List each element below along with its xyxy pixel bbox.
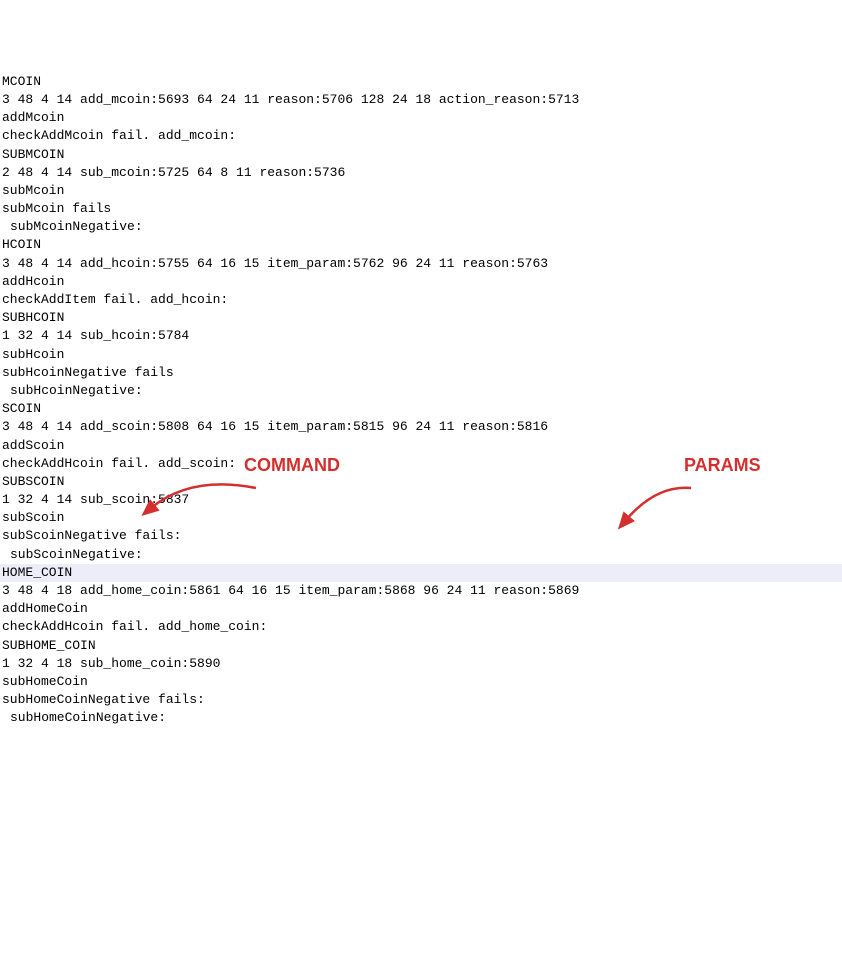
log-line: subHomeCoinNegative fails:	[0, 691, 842, 709]
log-line: addScoin	[0, 437, 842, 455]
log-line: checkAddHcoin fail. add_scoin:	[0, 455, 842, 473]
log-line: addHomeCoin	[0, 600, 842, 618]
log-line: addHcoin	[0, 273, 842, 291]
log-line: subScoinNegative:	[0, 546, 842, 564]
log-line: subHcoinNegative fails	[0, 364, 842, 382]
log-line: subHcoinNegative:	[0, 382, 842, 400]
log-line: subHomeCoin	[0, 673, 842, 691]
log-line: HOME_COIN	[0, 564, 842, 582]
log-line: SUBHCOIN	[0, 309, 842, 327]
log-line: 1 32 4 14 sub_hcoin:5784	[0, 327, 842, 345]
log-line: subMcoin fails	[0, 200, 842, 218]
log-line: checkAddMcoin fail. add_mcoin:	[0, 127, 842, 145]
log-line: HCOIN	[0, 236, 842, 254]
log-line: subScoinNegative fails:	[0, 527, 842, 545]
log-line: MCOIN	[0, 73, 842, 91]
log-line: 3 48 4 18 add_home_coin:5861 64 16 15 it…	[0, 582, 842, 600]
log-line: 1 32 4 18 sub_home_coin:5890	[0, 655, 842, 673]
log-line: SCOIN	[0, 400, 842, 418]
log-line: subHomeCoinNegative:	[0, 709, 842, 727]
log-line: 3 48 4 14 add_mcoin:5693 64 24 11 reason…	[0, 91, 842, 109]
log-line: 1 32 4 14 sub_scoin:5837	[0, 491, 842, 509]
log-line: addMcoin	[0, 109, 842, 127]
log-line: checkAddItem fail. add_hcoin:	[0, 291, 842, 309]
log-line: SUBSCOIN	[0, 473, 842, 491]
log-line: subMcoinNegative:	[0, 218, 842, 236]
log-output: MCOIN3 48 4 14 add_mcoin:5693 64 24 11 r…	[0, 73, 842, 728]
log-line: subMcoin	[0, 182, 842, 200]
log-line: subScoin	[0, 509, 842, 527]
log-line: 3 48 4 14 add_hcoin:5755 64 16 15 item_p…	[0, 255, 842, 273]
log-line: 2 48 4 14 sub_mcoin:5725 64 8 11 reason:…	[0, 164, 842, 182]
log-line: checkAddHcoin fail. add_home_coin:	[0, 618, 842, 636]
log-line: subHcoin	[0, 346, 842, 364]
log-line: 3 48 4 14 add_scoin:5808 64 16 15 item_p…	[0, 418, 842, 436]
log-line: SUBMCOIN	[0, 146, 842, 164]
log-line: SUBHOME_COIN	[0, 637, 842, 655]
